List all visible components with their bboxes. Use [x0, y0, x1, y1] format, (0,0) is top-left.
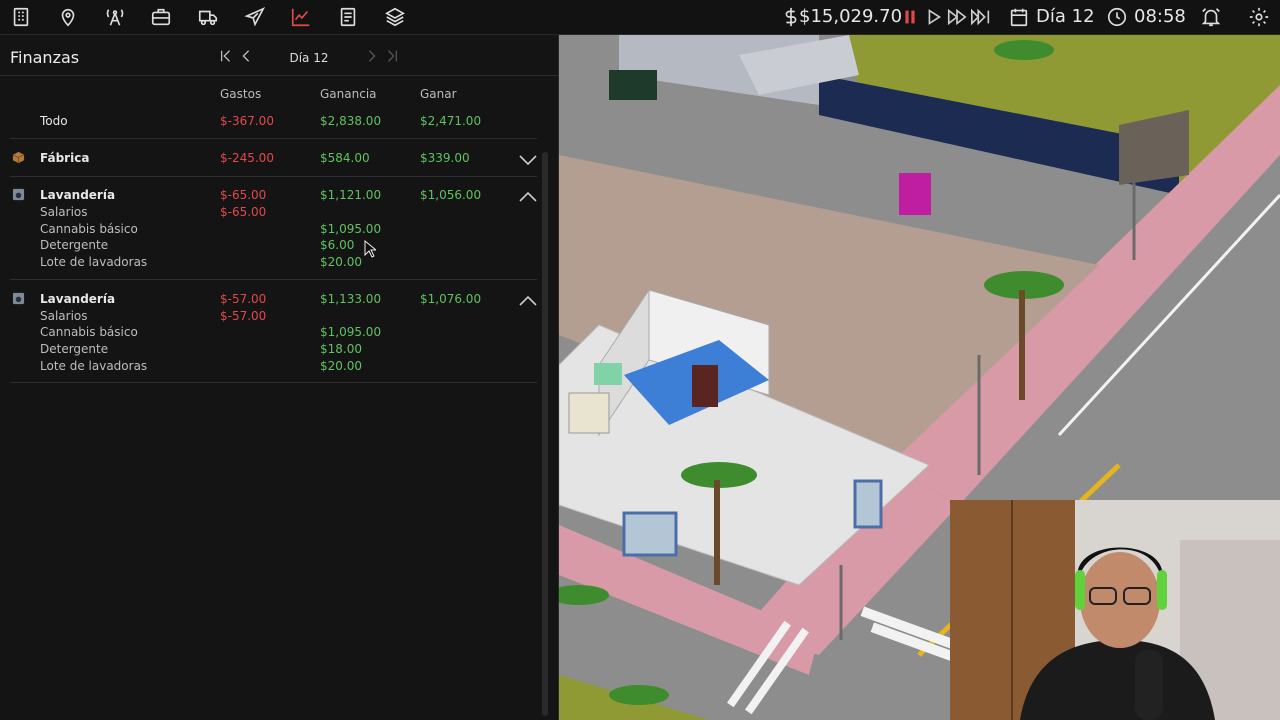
delivery-truck-icon[interactable]	[195, 4, 221, 30]
line-item-ganancia: $1,095.00	[320, 325, 382, 339]
divider	[10, 138, 537, 139]
alarm-bell-icon[interactable]	[1198, 4, 1224, 30]
mouse-cursor-icon	[364, 240, 376, 258]
line-item-ganancia: $1,095.00	[320, 222, 382, 236]
total-ganar: $2,471.00	[420, 114, 482, 128]
layers-icon[interactable]	[382, 4, 408, 30]
chevron-up-icon[interactable]	[518, 190, 538, 204]
column-header-gastos: Gastos	[220, 87, 262, 101]
day-display: Día 12	[1036, 6, 1095, 27]
line-item-label: Detergente	[40, 342, 109, 356]
next-day-button[interactable]	[363, 47, 381, 65]
group-ganar: $1,076.00	[420, 292, 482, 306]
briefcase-icon[interactable]	[148, 4, 174, 30]
line-item-label: Salarios	[40, 205, 88, 219]
skip-forward-icon[interactable]	[968, 4, 994, 30]
gear-icon[interactable]	[1246, 4, 1272, 30]
line-item-ganancia: $20.00	[320, 255, 362, 269]
money-balance: $15,029.70	[799, 6, 903, 27]
building-icon[interactable]	[8, 4, 34, 30]
line-item-ganancia: $20.00	[320, 359, 362, 373]
streamer-webcam-image	[950, 500, 1280, 720]
document-icon[interactable]	[335, 4, 361, 30]
clock-icon	[1104, 4, 1130, 30]
time-display: 08:58	[1134, 6, 1186, 27]
group-label: Lavandería	[40, 292, 116, 306]
group-gastos: $-65.00	[220, 188, 267, 202]
fast-forward-icon[interactable]	[944, 4, 970, 30]
group-gastos: $-57.00	[220, 292, 267, 306]
line-item-label: Lote de lavadoras	[40, 255, 148, 269]
column-header-ganar: Ganar	[420, 87, 457, 101]
group-ganar: $339.00	[420, 151, 470, 165]
group-ganancia: $1,121.00	[320, 188, 382, 202]
group-gastos: $-245.00	[220, 151, 274, 165]
group-ganancia: $584.00	[320, 151, 370, 165]
line-item-gastos: $-65.00	[220, 205, 267, 219]
line-item-label: Cannabis básico	[40, 325, 138, 339]
total-gastos: $-367.00	[220, 114, 274, 128]
panel-scrollbar[interactable]	[542, 152, 548, 716]
pause-icon[interactable]	[897, 4, 923, 30]
line-item-label: Detergente	[40, 238, 109, 252]
previous-day-button[interactable]	[237, 47, 255, 65]
top-toolbar: $15,029.70 Día 12 08:58	[0, 0, 1280, 35]
first-day-button[interactable]	[217, 47, 235, 65]
line-item-gastos: $-57.00	[220, 309, 267, 323]
day-label: Día 12	[289, 51, 329, 65]
chevron-up-icon[interactable]	[518, 294, 538, 308]
calendar-icon	[1006, 4, 1032, 30]
webcam-overlay	[950, 500, 1280, 720]
panel-title: Finanzas	[10, 48, 80, 67]
washing-machine-icon	[12, 188, 25, 201]
line-item-label: Lote de lavadoras	[40, 359, 148, 373]
finance-panel-header: Finanzas Día 12	[0, 35, 558, 76]
total-ganancia: $2,838.00	[320, 114, 382, 128]
radio-tower-icon[interactable]	[102, 4, 128, 30]
map-pin-icon[interactable]	[55, 4, 81, 30]
line-item-ganancia: $6.00	[320, 238, 355, 252]
chevron-down-icon[interactable]	[518, 153, 538, 167]
divider	[10, 176, 537, 177]
group-ganar: $1,056.00	[420, 188, 482, 202]
group-label: Lavandería	[40, 188, 116, 202]
airplane-icon[interactable]	[242, 4, 268, 30]
column-header-ganancia: Ganancia	[320, 87, 377, 101]
line-item-ganancia: $18.00	[320, 342, 362, 356]
box-icon	[12, 151, 25, 164]
divider	[10, 382, 537, 383]
divider	[10, 279, 537, 280]
finance-panel: Finanzas Día 12 Gastos Ganancia Ganar To…	[0, 35, 559, 720]
washing-machine-icon	[12, 292, 25, 305]
group-label: Fábrica	[40, 151, 90, 165]
line-item-label: Salarios	[40, 309, 88, 323]
chart-trend-icon[interactable]	[288, 4, 314, 30]
total-label: Todo	[40, 114, 68, 128]
last-day-button[interactable]	[383, 47, 401, 65]
line-item-label: Cannabis básico	[40, 222, 138, 236]
group-ganancia: $1,133.00	[320, 292, 382, 306]
